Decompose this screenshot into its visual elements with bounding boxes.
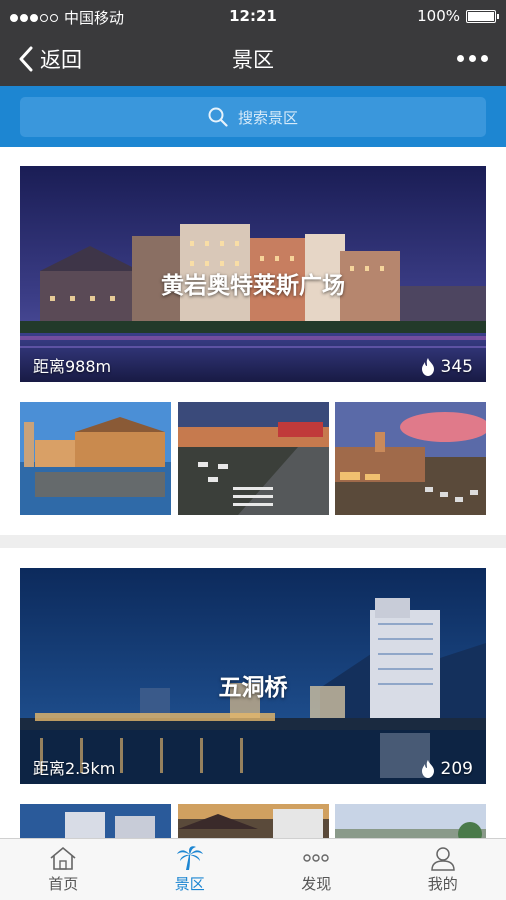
spot-distance: 距离2.3km [33, 759, 116, 778]
section-divider [0, 535, 506, 548]
dots-icon [303, 854, 329, 862]
spot-popularity: 209 [420, 759, 473, 779]
more-dots-icon [457, 54, 464, 62]
tab-scenic[interactable]: 景区 [127, 839, 254, 900]
flame-icon [421, 760, 434, 778]
status-bar: 中国移动 12:21 100% [0, 0, 506, 32]
palm-tree-icon [176, 846, 203, 870]
spot-hero-image[interactable]: 五洞桥 距离2.3km 209 [20, 568, 486, 784]
tab-mine[interactable]: 我的 [380, 839, 506, 900]
spot-hero-image[interactable]: 黄岩奥特莱斯广场 距离988m 345 [20, 166, 486, 382]
tab-discover[interactable]: 发现 [253, 839, 380, 900]
tab-label: 首页 [48, 875, 79, 893]
back-button[interactable]: 返回 [18, 44, 82, 74]
popularity-count: 209 [440, 759, 473, 779]
search-icon [208, 107, 228, 127]
tab-home[interactable]: 首页 [0, 839, 127, 900]
tab-bar: 首页 景区 发现 我的 [0, 838, 506, 900]
back-label: 返回 [40, 48, 82, 72]
thumbnail-image[interactable] [20, 804, 171, 838]
home-icon [50, 846, 76, 870]
search-area: 搜索景区 [0, 86, 506, 147]
battery-percent: 100% [417, 7, 460, 25]
search-placeholder: 搜索景区 [237, 108, 298, 127]
chevron-left-icon [19, 46, 33, 72]
battery-icon [466, 9, 499, 23]
spot-name: 五洞桥 [218, 675, 288, 701]
thumbnail-image[interactable] [335, 804, 486, 838]
spot-thumbnails [20, 402, 486, 515]
thumbnail-image[interactable] [20, 402, 171, 515]
spot-name: 黄岩奥特莱斯广场 [161, 273, 345, 299]
thumbnail-image[interactable] [177, 804, 329, 838]
spot-popularity: 345 [420, 357, 473, 377]
spot-list[interactable]: 黄岩奥特莱斯广场 距离988m 345 五洞桥 距离2.3km 209 [0, 147, 506, 838]
spot-thumbnails [20, 804, 486, 838]
tab-label: 我的 [427, 875, 458, 893]
thumbnail-image[interactable] [177, 402, 329, 515]
spot-distance: 距离988m [33, 357, 112, 376]
nav-bar: 返回 景区 [0, 32, 506, 86]
tab-label: 发现 [301, 875, 332, 893]
user-icon [430, 847, 455, 871]
flame-icon [421, 358, 434, 376]
search-input[interactable]: 搜索景区 [20, 97, 486, 137]
popularity-count: 345 [440, 357, 473, 377]
tab-label: 景区 [174, 875, 205, 893]
thumbnail-image[interactable] [335, 402, 486, 515]
more-button[interactable] [457, 46, 488, 70]
